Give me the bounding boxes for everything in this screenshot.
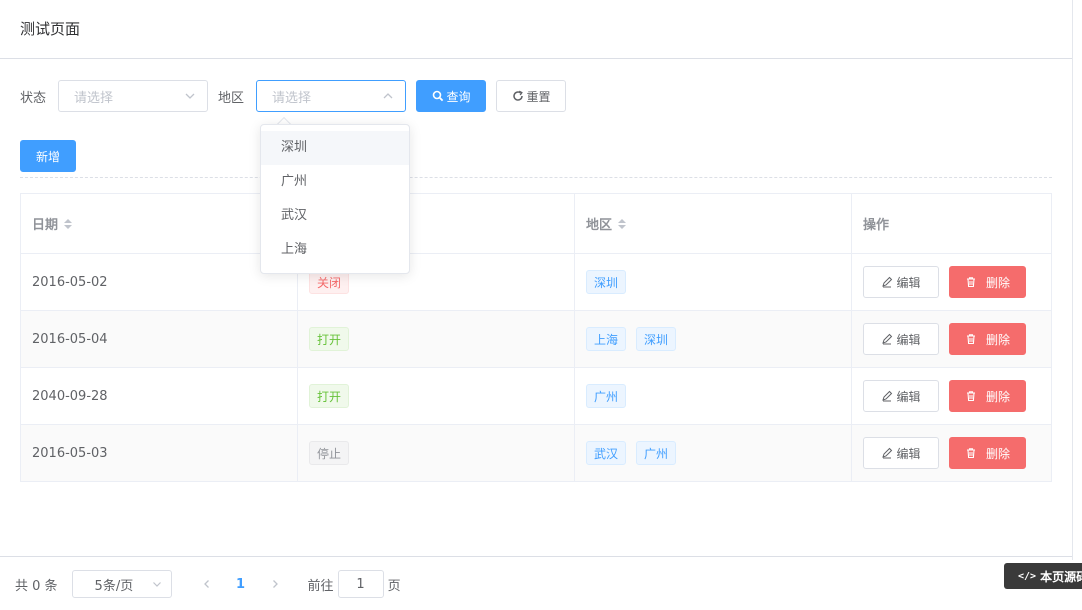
reset-button[interactable]: 重置: [496, 80, 567, 112]
edit-button[interactable]: 编辑: [863, 437, 939, 469]
footer-divider: [0, 556, 1072, 557]
goto-page-input[interactable]: 1: [337, 570, 384, 598]
table-row: 2040-09-28 打开 广州 编辑 删除: [21, 368, 1051, 425]
page-number[interactable]: 1: [226, 570, 256, 598]
delete-button-label: 删除: [985, 389, 1010, 404]
status-badge: 打开: [309, 327, 350, 351]
edit-button-label: 编辑: [896, 332, 921, 347]
sort-icon[interactable]: [64, 218, 73, 229]
region-tag: 武汉: [586, 441, 627, 465]
delete-button-label: 删除: [985, 446, 1010, 461]
edit-icon: [882, 276, 893, 288]
status-filter-label: 状态: [20, 90, 47, 106]
trash-icon: [966, 277, 975, 288]
region-tag: 广州: [586, 384, 627, 408]
date-cell: 2016-05-03: [32, 445, 108, 461]
table-row: 2016-05-02 关闭 深圳 编辑 删除: [21, 254, 1051, 311]
region-tag: 深圳: [636, 327, 677, 351]
code-icon: </>: [1018, 570, 1037, 582]
chevron-up-icon: [383, 93, 393, 99]
region-dropdown: 深圳 广州 武汉 上海: [260, 124, 410, 274]
trash-icon: [966, 448, 975, 459]
goto-page: 前往 1 页: [308, 570, 401, 598]
dropdown-option[interactable]: 武汉: [261, 199, 409, 233]
edit-button-label: 编辑: [896, 389, 921, 404]
delete-button[interactable]: 删除: [949, 323, 1026, 355]
column-header-ops-label: 操作: [863, 218, 890, 233]
goto-prefix: 前往: [307, 578, 334, 594]
trash-icon: [966, 391, 975, 402]
add-button-label: 新增: [35, 149, 60, 164]
table-header-row: 日期 状态 地区 操作: [21, 194, 1051, 254]
dropdown-option[interactable]: 上海: [261, 233, 409, 267]
data-table: 日期 状态 地区 操作 2016-05-02 关闭 深圳 编辑 删除: [20, 193, 1052, 482]
total-count: 共 0 条: [15, 578, 58, 594]
column-header-region-label: 地区: [586, 218, 613, 233]
edit-button-label: 编辑: [896, 446, 921, 461]
chevron-left-icon: [203, 580, 209, 588]
delete-button[interactable]: 删除: [949, 380, 1026, 412]
table-row: 2016-05-04 打开 上海 深圳 编辑 删除: [21, 311, 1051, 368]
reset-button-label: 重置: [526, 89, 551, 104]
dropdown-option[interactable]: 广州: [261, 165, 409, 199]
edit-icon: [882, 333, 893, 345]
column-header-date[interactable]: 日期: [21, 194, 298, 253]
status-select-placeholder: 请选择: [74, 90, 114, 106]
status-badge: 打开: [309, 384, 350, 408]
region-filter-label: 地区: [218, 90, 245, 106]
view-source-button[interactable]: </> 本页源码: [1004, 563, 1082, 589]
prev-page-button[interactable]: [192, 570, 222, 598]
edit-button[interactable]: 编辑: [863, 266, 939, 298]
scrollbar-track[interactable]: [1072, 0, 1082, 560]
refresh-icon: [512, 90, 523, 101]
delete-button-label: 删除: [985, 332, 1010, 347]
chevron-down-icon: [185, 93, 195, 99]
table-row: 2016-05-03 停止 武汉 广州 编辑 删除: [21, 425, 1051, 482]
region-select[interactable]: 请选择: [256, 80, 407, 112]
column-header-ops: 操作: [852, 194, 1051, 253]
status-badge: 停止: [309, 441, 350, 465]
edit-icon: [882, 390, 893, 402]
region-tag: 广州: [636, 441, 677, 465]
edit-button[interactable]: 编辑: [863, 323, 939, 355]
divider: [20, 177, 1052, 178]
column-header-region[interactable]: 地区: [575, 194, 852, 253]
search-button[interactable]: 查询: [416, 80, 487, 112]
dropdown-option[interactable]: 深圳: [261, 131, 409, 165]
chevron-down-icon: [152, 582, 161, 587]
page-header: 测试页面: [0, 0, 1072, 59]
add-button[interactable]: 新增: [20, 140, 76, 172]
delete-button[interactable]: 删除: [949, 266, 1026, 298]
view-source-label: 本页源码: [1040, 569, 1082, 584]
region-tag: 上海: [586, 327, 627, 351]
edit-icon: [882, 447, 893, 459]
edit-button[interactable]: 编辑: [863, 380, 939, 412]
trash-icon: [966, 334, 975, 345]
status-select[interactable]: 请选择: [58, 80, 209, 112]
delete-button[interactable]: 删除: [949, 437, 1026, 469]
search-icon: [432, 90, 443, 102]
page-size-select[interactable]: 5条/页: [71, 570, 172, 598]
goto-suffix: 页: [387, 578, 401, 594]
date-cell: 2040-09-28: [32, 388, 108, 404]
date-cell: 2016-05-04: [32, 331, 108, 347]
delete-button-label: 删除: [985, 275, 1010, 290]
column-header-date-label: 日期: [32, 218, 59, 233]
search-button-label: 查询: [446, 89, 471, 104]
sort-icon[interactable]: [618, 218, 627, 229]
page-title: 测试页面: [20, 20, 81, 38]
edit-button-label: 编辑: [896, 275, 921, 290]
region-tag: 深圳: [586, 270, 627, 294]
pagination: 共 0 条 5条/页 1 前往 1 页: [15, 570, 401, 598]
next-page-button[interactable]: [260, 570, 290, 598]
filter-bar: 状态 请选择 地区 请选择 查询 重置: [20, 80, 567, 112]
page-size-value: 5条/页: [94, 578, 134, 594]
region-select-placeholder: 请选择: [272, 90, 312, 106]
chevron-right-icon: [272, 580, 278, 588]
date-cell: 2016-05-02: [32, 274, 108, 290]
